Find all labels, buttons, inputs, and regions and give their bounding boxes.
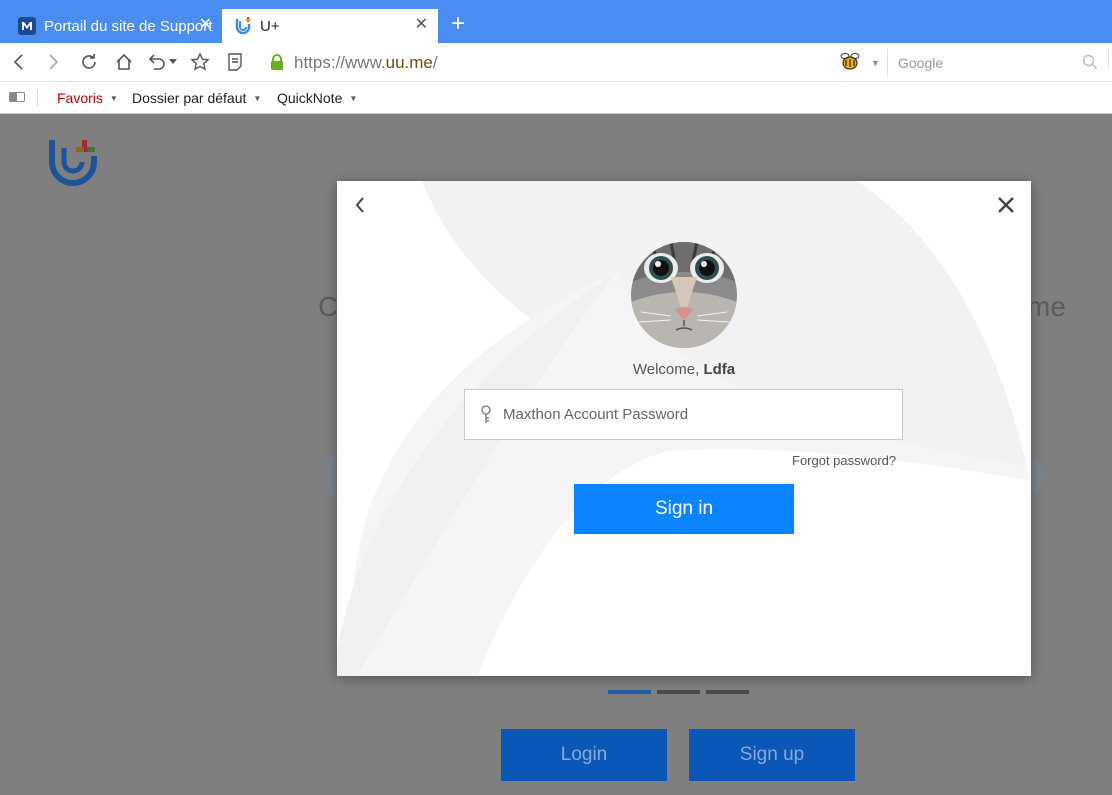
sidebar-toggle-icon[interactable] [9, 92, 25, 102]
welcome-prefix: Welcome, [632, 361, 704, 378]
undo-dropdown-icon[interactable] [167, 51, 179, 73]
carousel-indicators [608, 690, 749, 694]
tab-support-portal[interactable]: Portail du site de Support ✕ [0, 9, 222, 43]
back-icon[interactable] [8, 51, 30, 73]
carousel-dot[interactable] [608, 690, 651, 694]
secure-lock-icon[interactable] [270, 54, 284, 75]
chevron-down-icon: ▼ [253, 94, 262, 103]
maxthon-favicon-icon [18, 17, 36, 35]
bookmark-label: Favoris [57, 90, 103, 106]
key-icon [480, 405, 492, 430]
password-input[interactable] [503, 390, 893, 439]
signup-button[interactable]: Sign up [689, 729, 855, 781]
bookmark-label: Dossier par défaut [132, 90, 247, 106]
url-path: / [432, 53, 438, 72]
new-tab-button[interactable]: + [451, 12, 465, 36]
welcome-message: Welcome, Ldfa [337, 361, 1031, 378]
search-box[interactable]: Google [887, 49, 1104, 77]
signin-dialog: Welcome, Ldfa Forgot password? Sign in [337, 181, 1031, 676]
login-button[interactable]: Login [501, 729, 667, 781]
favorite-star-icon[interactable] [189, 51, 211, 73]
back-arrow-icon[interactable] [353, 195, 367, 220]
tab-title: Portail du site de Support [44, 17, 213, 35]
close-icon[interactable] [997, 196, 1015, 219]
background-heading-fragment: me [1027, 291, 1066, 322]
bookmark-label: QuickNote [277, 90, 343, 106]
bookmark-quicknote[interactable]: QuickNote ▼ [277, 90, 357, 106]
url-domain: uu.me [385, 53, 433, 72]
tab-bar: Portail du site de Support ✕ U+ ✕ + [0, 0, 1112, 43]
tab-close-icon[interactable]: ✕ [199, 17, 212, 33]
carousel-dot[interactable] [657, 690, 700, 694]
home-icon[interactable] [113, 51, 135, 73]
bookmarks-bar: Favoris ▼ Dossier par défaut ▼ QuickNote ▼ [0, 82, 1112, 114]
search-icon[interactable] [1082, 54, 1098, 75]
avatar [631, 242, 737, 348]
bookmarks-divider [37, 90, 38, 106]
username: Ldfa [703, 361, 736, 378]
reload-icon[interactable] [78, 51, 100, 73]
reader-notes-icon[interactable] [224, 51, 246, 73]
forgot-password-link[interactable]: Forgot password? [792, 453, 896, 468]
tab-uplus[interactable]: U+ ✕ [222, 9, 438, 43]
carousel-dot[interactable] [706, 690, 749, 694]
bookmark-favoris[interactable]: Favoris ▼ [57, 90, 118, 106]
uplus-favicon-icon [234, 17, 252, 35]
tab-title: U+ [260, 17, 280, 35]
extension-dropdown-icon[interactable]: ▼ [871, 58, 880, 68]
bookmark-dossier[interactable]: Dossier par défaut ▼ [132, 90, 261, 106]
chevron-down-icon: ▼ [109, 94, 118, 103]
tab-close-icon[interactable]: ✕ [415, 17, 428, 33]
address-bar[interactable]: https://www. uu.me / [294, 51, 438, 75]
chevron-down-icon: ▼ [349, 94, 358, 103]
uplus-logo-icon [48, 136, 98, 193]
undo-close-tab-icon[interactable] [146, 51, 168, 73]
extension-bee-icon[interactable] [839, 52, 861, 77]
url-protocol: https://www. [294, 53, 386, 72]
navigation-bar: https://www. uu.me / ▼ Google [0, 43, 1112, 82]
search-placeholder: Google [898, 55, 944, 71]
background-heading-fragment: C [318, 291, 339, 322]
password-field[interactable] [464, 389, 903, 440]
nav-divider [1108, 49, 1112, 67]
forward-icon[interactable] [42, 51, 64, 73]
signin-button[interactable]: Sign in [574, 484, 794, 534]
